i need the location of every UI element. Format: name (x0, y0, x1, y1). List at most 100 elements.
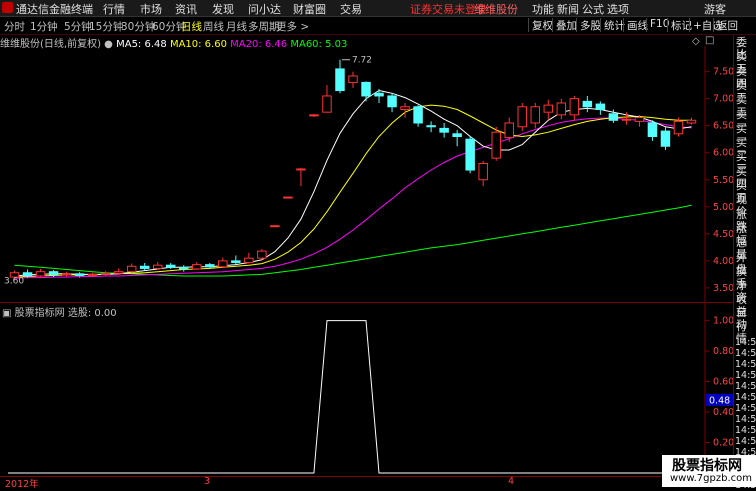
candle[interactable] (348, 71, 358, 88)
candle[interactable] (569, 95, 580, 121)
candle[interactable] (582, 95, 593, 113)
candle[interactable] (452, 130, 462, 147)
candle-body (647, 122, 658, 138)
candle[interactable] (387, 93, 397, 113)
candle[interactable] (530, 102, 540, 129)
menu-news-right[interactable]: 新闻 (557, 1, 579, 17)
candle-body (621, 118, 632, 121)
candle-body (569, 98, 580, 116)
candle[interactable] (660, 126, 671, 151)
close-chart-icon[interactable]: □ (705, 35, 714, 46)
candle[interactable] (647, 120, 658, 141)
menu-discover[interactable]: 发现 (212, 1, 234, 17)
x-label-year: 2012年 (5, 479, 39, 490)
period-5min[interactable]: 5分钟 (64, 19, 92, 34)
candle-body (543, 104, 554, 113)
candle-body (361, 81, 371, 97)
candle-body (439, 127, 449, 133)
candle-body (35, 271, 46, 277)
indicator-chart[interactable]: 1.00 0.80 0.60 0.40 0.20 0.48 (0, 303, 733, 476)
candle[interactable] (283, 196, 293, 199)
candle[interactable] (139, 263, 150, 271)
candle[interactable] (205, 263, 215, 269)
tick-time: 14:5 (735, 403, 756, 414)
period-1min[interactable]: 1分钟 (30, 19, 58, 34)
candlestick-chart[interactable]: 7.50 7.00 6.50 6.00 5.50 5.00 4.50 4.00 3.50 7.72… (0, 46, 733, 302)
period-tick[interactable]: 分时 (4, 19, 25, 34)
quote-panel: 委比 卖五 卖四 卖三 卖二 卖一 买一 买二 买三 买四 买五 现价 涨跌 涨幅 总量 外盘 换手 净资 收益 自动… (733, 35, 756, 491)
candle[interactable] (686, 117, 697, 125)
candle[interactable] (192, 261, 202, 271)
candle-body (465, 138, 475, 171)
tick-time: 14:5 (735, 337, 756, 348)
watermark-title: 股票指标网 (672, 458, 742, 474)
candle[interactable] (100, 271, 111, 276)
candle[interactable] (504, 117, 514, 142)
menu-quotes[interactable]: 行情 (103, 1, 125, 17)
low-price-label: 3.60 (4, 277, 24, 287)
candle[interactable] (478, 160, 488, 187)
candle[interactable] (126, 263, 137, 273)
candle[interactable] (296, 167, 306, 187)
period-week[interactable]: 周线 (203, 19, 224, 34)
menu-wealth[interactable]: 财富圈 (293, 1, 326, 17)
candle[interactable] (231, 255, 241, 265)
x-axis-line (0, 476, 733, 477)
candle-body (74, 273, 85, 276)
candle-body (491, 131, 501, 159)
candle[interactable] (361, 81, 371, 102)
candle-body (218, 260, 228, 268)
menu-market[interactable]: 市场 (140, 1, 162, 17)
candle[interactable] (491, 126, 501, 161)
candle-body (426, 125, 436, 128)
candle[interactable] (309, 113, 319, 118)
candle-body (257, 250, 267, 259)
y-tick-label: 4.00 (713, 256, 733, 267)
candle-body (374, 92, 384, 97)
menu-trade[interactable]: 交易 (340, 1, 362, 17)
candle[interactable] (543, 99, 554, 121)
candle[interactable] (413, 105, 423, 127)
candle-body (166, 264, 176, 268)
menu-guest[interactable]: 游客 (704, 1, 726, 17)
candle-body (139, 265, 150, 269)
menu-news[interactable]: 资讯 (175, 1, 197, 17)
menu-formula[interactable]: 公式 (582, 1, 604, 17)
candle[interactable] (400, 102, 410, 118)
candle[interactable] (218, 257, 228, 268)
candle[interactable] (179, 265, 189, 272)
candle[interactable] (35, 268, 46, 278)
candle[interactable] (595, 101, 606, 115)
candle[interactable] (61, 271, 72, 277)
menu-function[interactable]: 功能 (532, 1, 554, 17)
candle[interactable] (426, 121, 436, 133)
candle[interactable] (244, 252, 254, 264)
candle[interactable] (270, 225, 280, 228)
y-tick-label: 7.50 (713, 67, 733, 78)
period-more[interactable]: 更多 > (276, 19, 309, 34)
candle-body (530, 106, 540, 124)
back-button[interactable]: 返回 (713, 18, 741, 32)
candle-body (231, 260, 241, 263)
period-30min[interactable]: 30分钟 (121, 19, 155, 34)
candle[interactable] (556, 98, 567, 120)
app-logo-icon (2, 2, 13, 13)
period-day[interactable]: 日线 (181, 19, 202, 34)
tick-time: 14:5 (735, 392, 756, 403)
candle[interactable] (322, 85, 332, 113)
candle-body (504, 122, 514, 139)
menu-options[interactable]: 选项 (607, 1, 629, 17)
candle[interactable] (335, 59, 345, 94)
period-15min[interactable]: 15分钟 (89, 19, 123, 34)
candle[interactable] (152, 261, 163, 270)
y-tick-label: 7.00 (713, 94, 733, 105)
x-label-april: 4 (508, 476, 515, 487)
candle[interactable] (517, 102, 527, 132)
indicator-y-tick-label: 0.20 (713, 438, 733, 449)
candle[interactable] (439, 122, 449, 138)
menu-ask[interactable]: 问小达 (248, 1, 281, 17)
candle[interactable] (465, 136, 475, 174)
period-multi[interactable]: 多周期 (248, 19, 280, 34)
candle[interactable] (257, 248, 267, 260)
period-month[interactable]: 月线 (226, 19, 247, 34)
